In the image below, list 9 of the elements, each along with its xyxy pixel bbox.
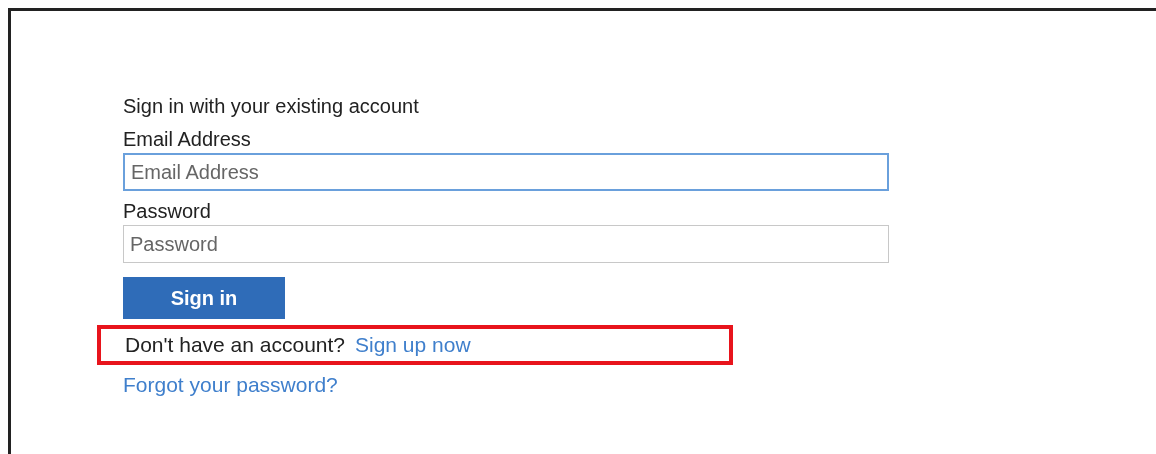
field-label: Email Address — [123, 127, 251, 151]
sign-in-button[interactable]: Sign in — [123, 277, 285, 319]
forgot-password-link[interactable]: Forgot your password? — [123, 369, 338, 401]
input-field[interactable]: Email Address — [123, 153, 889, 191]
form-heading: Sign in with your existing account — [123, 94, 419, 119]
input-field[interactable]: Password — [123, 225, 889, 263]
signup-prompt: Don't have an account? — [125, 332, 345, 359]
sign-up-link[interactable]: Sign up now — [355, 329, 471, 361]
field-label: Password — [123, 199, 211, 223]
